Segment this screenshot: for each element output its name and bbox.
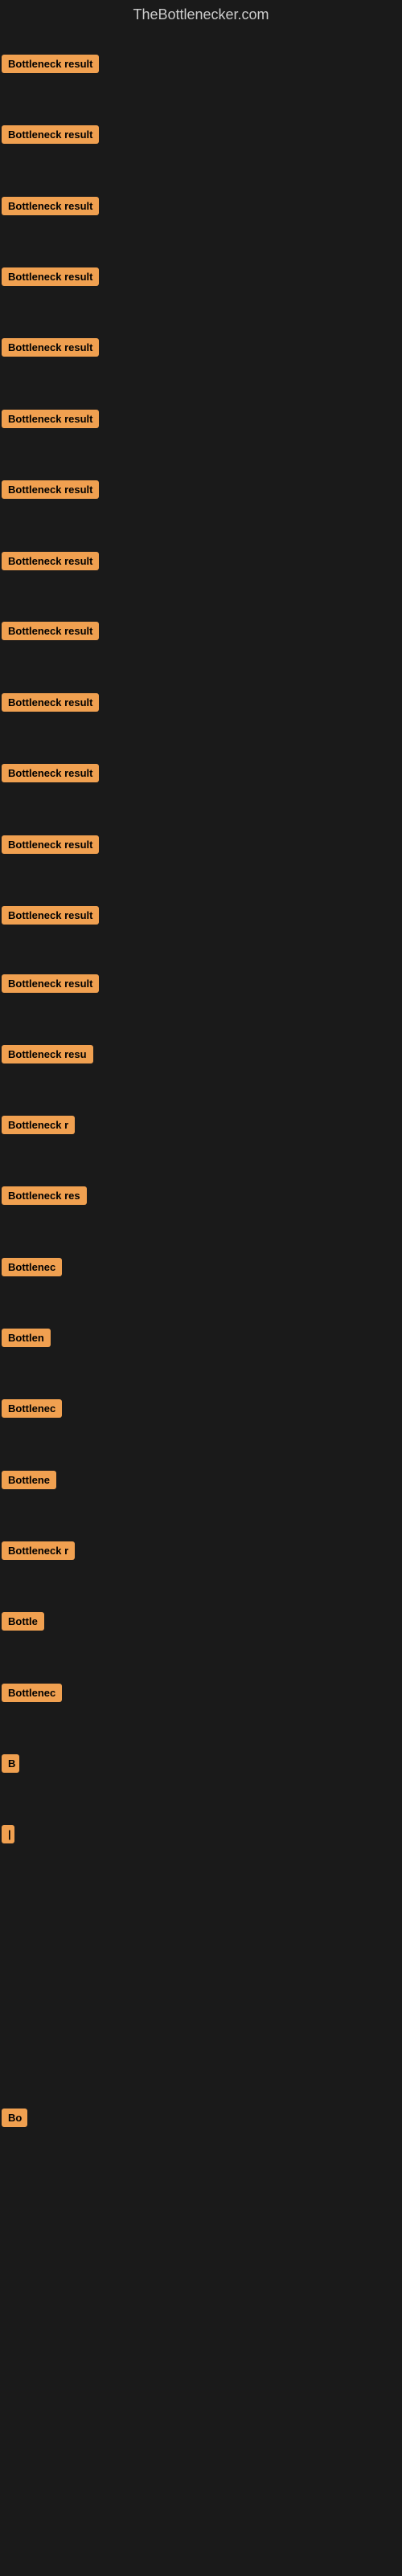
result-row-23: Bottle — [2, 1609, 44, 1633]
result-row-14: Bottleneck result — [2, 971, 99, 995]
bottleneck-badge-9[interactable]: Bottleneck result — [2, 622, 99, 640]
bottleneck-badge-12[interactable]: Bottleneck result — [2, 835, 99, 854]
bottleneck-badge-7[interactable]: Bottleneck result — [2, 480, 99, 499]
bottleneck-badge-14[interactable]: Bottleneck result — [2, 974, 99, 993]
bottleneck-badge-11[interactable]: Bottleneck result — [2, 764, 99, 782]
result-row-4: Bottleneck result — [2, 264, 99, 288]
bottleneck-badge-5[interactable]: Bottleneck result — [2, 338, 99, 357]
result-row-3: Bottleneck result — [2, 194, 99, 218]
bottleneck-badge-6[interactable]: Bottleneck result — [2, 410, 99, 428]
bottleneck-badge-4[interactable]: Bottleneck result — [2, 267, 99, 286]
bottleneck-badge-2[interactable]: Bottleneck result — [2, 125, 99, 144]
bottleneck-badge-15[interactable]: Bottleneck resu — [2, 1045, 93, 1063]
bottleneck-badge-1[interactable]: Bottleneck result — [2, 55, 99, 73]
page-container: TheBottlenecker.com Bottleneck resultBot… — [0, 0, 402, 2576]
result-row-15: Bottleneck resu — [2, 1042, 93, 1066]
bottleneck-badge-29[interactable]: Bo — [2, 2109, 27, 2127]
result-row-20: Bottlenec — [2, 1396, 62, 1420]
bottleneck-badge-13[interactable]: Bottleneck result — [2, 906, 99, 925]
result-row-9: Bottleneck result — [2, 618, 99, 643]
bottleneck-badge-21[interactable]: Bottlene — [2, 1471, 56, 1489]
result-row-2: Bottleneck result — [2, 122, 99, 146]
result-row-29: Bo — [2, 2105, 27, 2129]
bottleneck-badge-26[interactable]: | — [2, 1825, 14, 1843]
result-row-18: Bottlenec — [2, 1255, 62, 1279]
bottleneck-badge-19[interactable]: Bottlen — [2, 1329, 51, 1347]
result-row-22: Bottleneck r — [2, 1538, 75, 1562]
bottleneck-badge-25[interactable]: B — [2, 1754, 19, 1773]
bottleneck-badge-3[interactable]: Bottleneck result — [2, 197, 99, 215]
result-row-10: Bottleneck result — [2, 690, 99, 714]
bottleneck-badge-17[interactable]: Bottleneck res — [2, 1186, 87, 1205]
site-title: TheBottlenecker.com — [0, 0, 402, 30]
result-row-25: B — [2, 1751, 19, 1775]
result-row-13: Bottleneck result — [2, 903, 99, 927]
result-row-26: | — [2, 1822, 14, 1846]
result-row-12: Bottleneck result — [2, 832, 99, 856]
bottleneck-badge-22[interactable]: Bottleneck r — [2, 1541, 75, 1560]
result-row-8: Bottleneck result — [2, 549, 99, 573]
bottleneck-badge-8[interactable]: Bottleneck result — [2, 552, 99, 570]
result-row-24: Bottlenec — [2, 1680, 62, 1704]
bottleneck-badge-18[interactable]: Bottlenec — [2, 1258, 62, 1276]
result-row-5: Bottleneck result — [2, 335, 99, 359]
rows-container: Bottleneck result Bottleneck result Bottle… — [0, 30, 402, 2576]
result-row-17: Bottleneck res — [2, 1183, 87, 1207]
result-row-11: Bottleneck result — [2, 761, 99, 785]
result-row-16: Bottleneck r — [2, 1112, 75, 1137]
bottleneck-badge-20[interactable]: Bottlenec — [2, 1399, 62, 1418]
bottleneck-badge-16[interactable]: Bottleneck r — [2, 1116, 75, 1134]
result-row-6: Bottleneck result — [2, 406, 99, 431]
result-row-7: Bottleneck result — [2, 477, 99, 501]
bottleneck-badge-24[interactable]: Bottlenec — [2, 1684, 62, 1702]
bottleneck-badge-23[interactable]: Bottle — [2, 1612, 44, 1631]
result-row-1: Bottleneck result — [2, 51, 99, 76]
result-row-19: Bottlen — [2, 1325, 51, 1349]
bottleneck-badge-10[interactable]: Bottleneck result — [2, 693, 99, 712]
result-row-21: Bottlene — [2, 1468, 56, 1492]
